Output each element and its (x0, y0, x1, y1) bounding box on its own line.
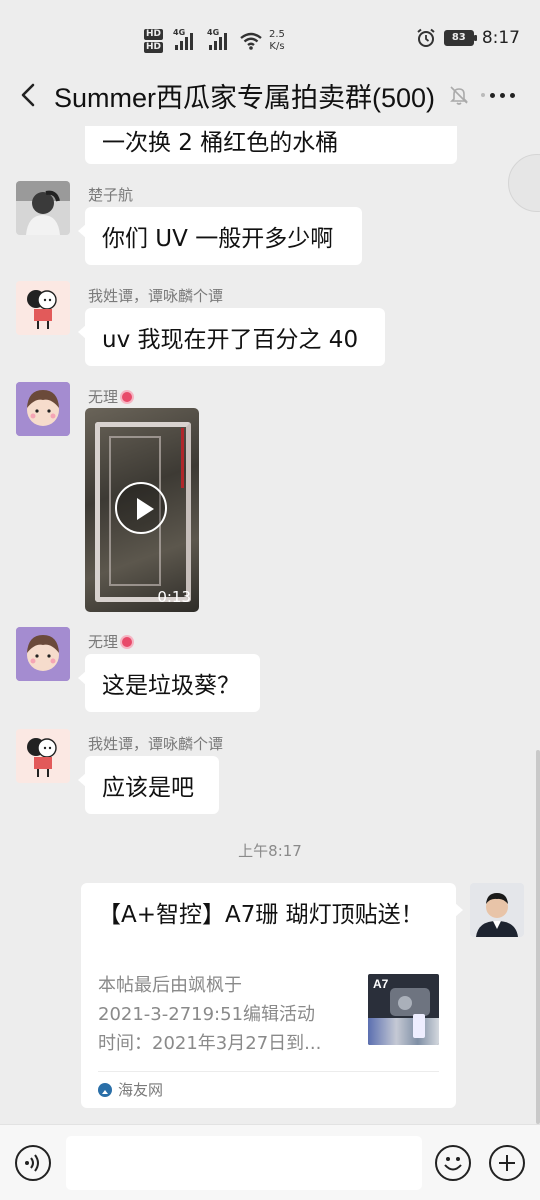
avatar-image (16, 382, 70, 436)
network-type-2: 4G (207, 28, 220, 37)
video-duration: 0:13 (157, 588, 191, 606)
video-tassel-graphic (181, 428, 184, 488)
message-bubble[interactable]: uv 我现在开了百分之 40 (78, 308, 385, 366)
avatar-image (16, 729, 70, 783)
avatar[interactable] (16, 729, 70, 783)
sender-name: 我姓谭，谭咏麟个谭 (88, 287, 224, 305)
message-text: 一次换 2 桶红色的水桶 (102, 130, 339, 156)
link-card-source: 海友网 (98, 1079, 163, 1100)
message-text: uv 我现在开了百分之 40 (102, 327, 359, 353)
play-icon[interactable] (115, 482, 167, 534)
hd-top-label: HD (144, 29, 164, 40)
message-text: 这是垃圾葵？ (102, 673, 240, 699)
source-logo-icon (98, 1082, 112, 1097)
more-icon[interactable] (478, 84, 518, 106)
sender-name: 我姓谭，谭咏麟个谭 (88, 735, 224, 753)
wifi-icon (240, 32, 262, 50)
bell-off-icon (450, 86, 468, 105)
network-speed: 2.5 K/s (269, 29, 285, 53)
sender-name-text: 无理 (88, 633, 119, 651)
floating-edge-button[interactable] (508, 154, 540, 212)
avatar-image (16, 181, 70, 235)
message-list[interactable]: 一次换 2 桶红色的水桶 楚子航 你们 UV 一般开多少啊 我姓谭，谭咏麟个谭 … (0, 126, 540, 1124)
avatar-image (16, 281, 70, 335)
source-name: 海友网 (118, 1081, 164, 1099)
chat-header: Summer西瓜家专属拍卖群(500) (0, 64, 540, 126)
thumbnail-label: A7 (373, 977, 389, 991)
message-bubble[interactable]: 应该是吧 (78, 756, 219, 814)
avatar-image (16, 627, 70, 681)
speed-unit: K/s (269, 41, 285, 52)
link-card-desc-line: 时间：2021年3月27日到... (98, 1033, 322, 1054)
message-input[interactable] (66, 1136, 422, 1190)
link-card[interactable]: 【A+智控】A7珊 瑚灯顶贴送！ 本帖最后由飒枫于 2021-3-2719:51… (81, 883, 463, 1108)
chevron-left-icon[interactable] (14, 80, 44, 110)
sender-name: 无理 (88, 631, 135, 652)
input-bar (0, 1124, 540, 1200)
sender-name-text: 无理 (88, 388, 119, 406)
chat-title: Summer西瓜家专属拍卖群(500) (54, 83, 436, 113)
link-card-thumbnail: A7 (368, 974, 439, 1045)
message-bubble[interactable]: 一次换 2 桶红色的水桶 (85, 126, 457, 164)
speed-value: 2.5 (269, 29, 285, 40)
video-message[interactable]: 0:13 (85, 408, 199, 612)
voice-icon[interactable] (15, 1145, 51, 1181)
link-card-title: 【A+智控】A7珊 瑚灯顶贴送！ (98, 902, 424, 928)
status-left: HD HD 4G 4G 2.5 K/s (144, 24, 285, 58)
emoji-icon[interactable] (435, 1145, 471, 1181)
link-card-desc-line: 本帖最后由飒枫于 (98, 975, 242, 996)
status-right: 83 8:17 (416, 28, 520, 48)
badge-icon (120, 390, 135, 404)
sender-name: 无理 (88, 386, 135, 407)
alarm-icon (417, 28, 435, 47)
link-card-desc-line: 2021-3-2719:51编辑活动 (98, 1004, 316, 1025)
badge-icon (120, 635, 135, 649)
avatar[interactable] (16, 382, 70, 436)
hd-bottom-label: HD (144, 42, 164, 53)
avatar[interactable] (16, 181, 70, 235)
status-time: 8:17 (481, 28, 520, 48)
signal-icon-2: 4G (207, 28, 228, 50)
message-text: 你们 UV 一般开多少啊 (102, 226, 334, 252)
link-card-description: 本帖最后由飒枫于 2021-3-2719:51编辑活动 时间：2021年3月27… (98, 971, 348, 1058)
sender-name: 楚子航 (88, 186, 134, 204)
battery-icon: 83 (443, 30, 477, 46)
message-bubble[interactable]: 你们 UV 一般开多少啊 (78, 207, 362, 265)
avatar[interactable] (16, 627, 70, 681)
divider (98, 1071, 439, 1072)
avatar[interactable] (470, 883, 524, 937)
message-text: 应该是吧 (102, 775, 194, 801)
scrollbar[interactable] (536, 750, 540, 1124)
avatar[interactable] (16, 281, 70, 335)
message-bubble[interactable]: 这是垃圾葵？ (78, 654, 260, 712)
hd-icon: HD HD (144, 29, 164, 53)
avatar-image (470, 883, 524, 937)
signal-icon: 4G (173, 28, 194, 50)
time-separator: 上午8:17 (238, 842, 302, 860)
network-type-1: 4G (173, 28, 186, 37)
plus-icon[interactable] (489, 1145, 525, 1181)
